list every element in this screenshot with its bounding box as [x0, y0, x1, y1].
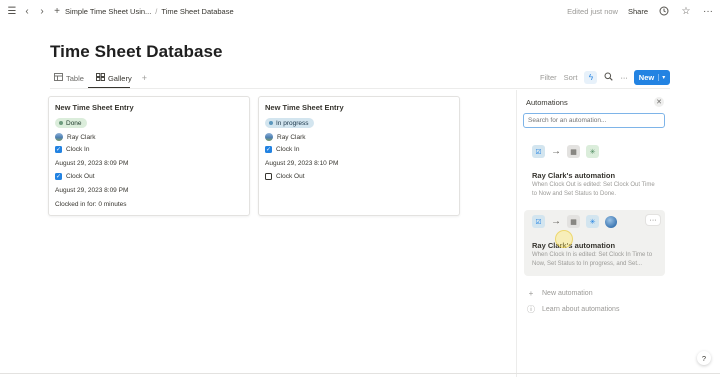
close-icon[interactable]: ✕ — [654, 97, 664, 107]
help-button[interactable]: ? — [697, 351, 711, 365]
person-row: Ray Clark — [55, 133, 96, 141]
person-name: Ray Clark — [277, 133, 306, 141]
new-automation-label: New automation — [542, 290, 593, 297]
automation-name: Ray Clark's automation — [532, 241, 616, 250]
learn-automations-label: Learn about automations — [542, 306, 620, 313]
clock-in-time: August 29, 2023 8:09 PM — [55, 160, 129, 167]
person-row: Ray Clark — [265, 133, 306, 141]
clock-out-time: August 29, 2023 8:09 PM — [55, 187, 129, 194]
calendar-icon: ▦ — [567, 145, 580, 158]
automation-search-input[interactable] — [523, 113, 665, 128]
checkbox-icon: ☑ — [532, 145, 545, 158]
status-dot-icon — [59, 121, 63, 125]
search-icon[interactable] — [604, 72, 614, 83]
automation-name: Ray Clark's automation — [532, 171, 616, 180]
new-button-label: New — [638, 73, 655, 82]
clock-in-label: Clock In — [276, 146, 300, 153]
top-bar-left: ☰ ‹ › + Simple Time Sheet Usin... / Time… — [6, 5, 234, 17]
automation-bolt-icon[interactable]: ϟ — [584, 71, 598, 84]
avatar — [605, 215, 617, 228]
edited-status: Edited just now — [567, 6, 618, 16]
status-loader-icon: ✳ — [586, 215, 599, 228]
page-title: Time Sheet Database — [50, 42, 223, 61]
status-dot-icon — [269, 121, 273, 125]
gallery-card[interactable]: New Time Sheet Entry In progress Ray Cla… — [258, 96, 460, 216]
clock-icon[interactable] — [658, 5, 670, 17]
clock-in-row: ✓ Clock In — [265, 146, 299, 153]
views-divider — [50, 88, 670, 89]
automation-item[interactable]: ☑ → ▦ ✳ ··· Ray Clark's automation When … — [524, 210, 665, 276]
gallery-card[interactable]: New Time Sheet Entry Done Ray Clark ✓ Cl… — [48, 96, 250, 216]
plus-icon: + — [528, 289, 534, 298]
menu-icon[interactable]: ☰ — [6, 5, 18, 17]
clock-out-row: Clock Out — [265, 173, 305, 180]
avatar — [265, 133, 273, 141]
breadcrumb-separator: / — [155, 6, 158, 16]
clock-in-checkbox[interactable]: ✓ — [265, 146, 272, 153]
star-icon[interactable]: ☆ — [680, 5, 692, 17]
card-title: New Time Sheet Entry — [265, 103, 344, 112]
tab-gallery-label: Gallery — [107, 73, 132, 83]
clocked-in-duration: Clocked in for: 0 minutes — [55, 201, 127, 208]
view-tools: Filter Sort ϟ ··· — [540, 71, 628, 84]
status-label: Done — [66, 119, 82, 127]
plus-icon[interactable]: + — [53, 5, 61, 17]
more-icon[interactable]: ··· — [646, 215, 660, 225]
status-label: In progress — [276, 119, 309, 127]
table-icon — [54, 73, 63, 83]
tab-table-label: Table — [66, 73, 84, 83]
cursor-highlight — [555, 230, 573, 248]
automation-description: When Clock In is edited: Set Clock In Ti… — [532, 252, 653, 267]
status-badge: In progress — [265, 118, 314, 128]
clock-out-row: ✓ Clock Out — [55, 173, 95, 180]
arrow-right-icon: → — [551, 146, 561, 157]
new-button[interactable]: New ▾ — [634, 70, 670, 85]
share-button[interactable]: Share — [628, 7, 648, 16]
status-badge: Done — [55, 118, 87, 128]
breadcrumb: + Simple Time Sheet Usin... / Time Sheet… — [53, 5, 234, 17]
top-bar: ☰ ‹ › + Simple Time Sheet Usin... / Time… — [0, 0, 720, 22]
view-tabs: Table Gallery + — [52, 71, 147, 85]
clock-in-row: ✓ Clock In — [55, 146, 89, 153]
clock-in-time: August 29, 2023 8:10 PM — [265, 160, 339, 167]
clock-in-label: Clock In — [66, 146, 90, 153]
clock-out-label: Clock Out — [276, 173, 305, 180]
automation-icons: ☑ → ▦ ✳ — [532, 145, 599, 158]
checkbox-icon: ☑ — [532, 215, 545, 228]
filter-button[interactable]: Filter — [540, 73, 557, 82]
person-name: Ray Clark — [67, 133, 96, 141]
automations-title: Automations — [526, 98, 568, 107]
add-view-button[interactable]: + — [142, 73, 147, 83]
tab-table[interactable]: Table — [52, 71, 86, 85]
help-circle-icon: ⓘ — [527, 305, 535, 314]
chevron-down-icon[interactable]: ▾ — [658, 74, 665, 81]
more-options-icon[interactable]: ··· — [620, 73, 628, 82]
clock-in-checkbox[interactable]: ✓ — [55, 146, 62, 153]
new-automation-button[interactable]: + New automation — [527, 289, 593, 298]
tab-gallery[interactable]: Gallery — [94, 71, 134, 85]
avatar — [55, 133, 63, 141]
calendar-icon: ▦ — [567, 215, 580, 228]
automation-description: When Clock Out is edited: Set Clock Out … — [532, 182, 655, 197]
sort-button[interactable]: Sort — [564, 73, 578, 82]
top-bar-right: Edited just now Share ☆ ··· — [567, 5, 714, 17]
automations-panel: Automations ✕ ☑ → ▦ ✳ Ray Clark's automa… — [516, 90, 720, 377]
clock-out-checkbox[interactable]: ✓ — [55, 173, 62, 180]
bottom-divider — [0, 373, 720, 374]
clock-out-checkbox[interactable] — [265, 173, 272, 180]
clock-out-label: Clock Out — [66, 173, 95, 180]
back-icon[interactable]: ‹ — [21, 5, 33, 17]
forward-icon[interactable]: › — [36, 5, 48, 17]
automation-item[interactable]: ☑ → ▦ ✳ Ray Clark's automation When Cloc… — [524, 140, 665, 206]
arrow-right-icon: → — [551, 216, 561, 227]
more-icon[interactable]: ··· — [702, 5, 714, 17]
breadcrumb-item-current[interactable]: Time Sheet Database — [161, 7, 233, 16]
gallery-icon — [95, 73, 105, 83]
automation-icons: ☑ → ▦ ✳ — [532, 215, 617, 228]
breadcrumb-item-parent[interactable]: Simple Time Sheet Usin... — [65, 7, 151, 16]
learn-automations-link[interactable]: ⓘ Learn about automations — [527, 304, 619, 315]
status-loader-icon: ✳ — [586, 145, 599, 158]
card-title: New Time Sheet Entry — [55, 103, 134, 112]
